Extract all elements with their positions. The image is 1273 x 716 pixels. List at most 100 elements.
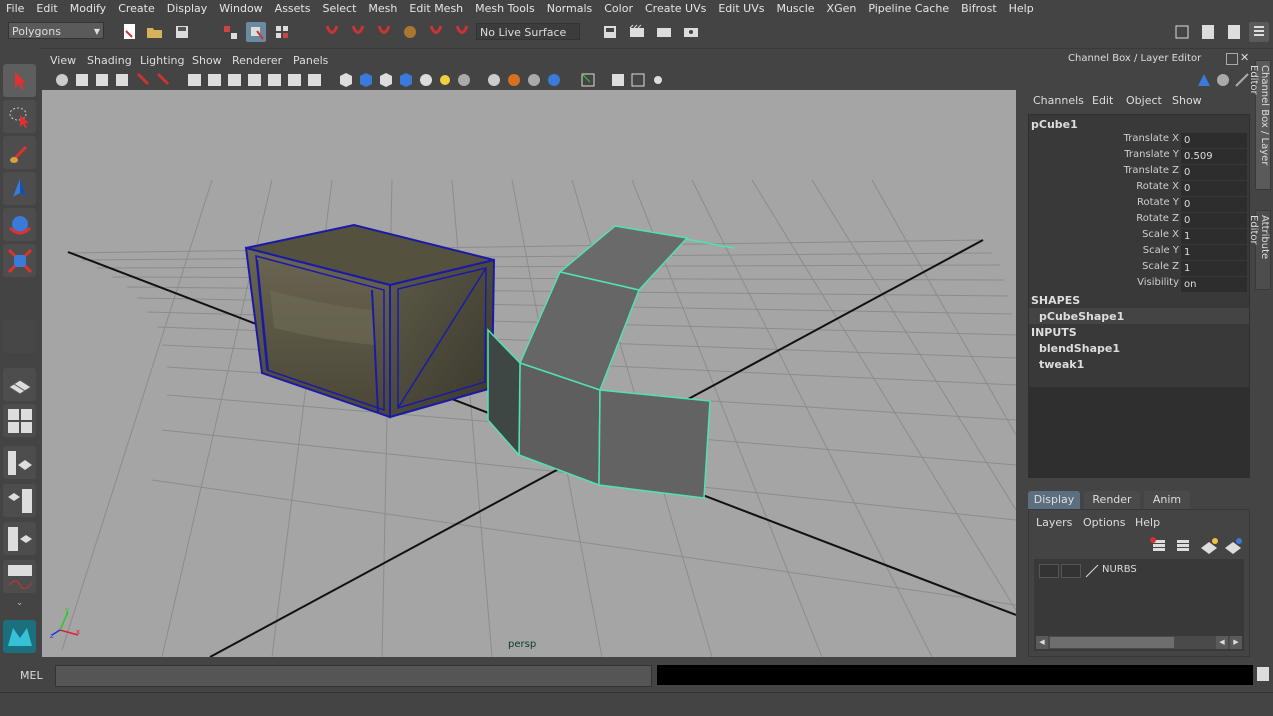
tool-settings-toggle-icon[interactable] xyxy=(1224,22,1244,42)
snap-point-icon[interactable] xyxy=(374,22,394,42)
attr-rotate-x[interactable]: Rotate X0 xyxy=(1029,181,1249,197)
menu-create[interactable]: Create xyxy=(112,2,161,15)
tab-channel-box-layer-editor[interactable]: Channel Box / Layer Editor xyxy=(1248,60,1271,190)
menu-color[interactable]: Color xyxy=(598,2,639,15)
tab-display[interactable]: Display xyxy=(1028,491,1080,509)
graph-editor-layout-icon[interactable] xyxy=(3,560,36,593)
snap-live-icon[interactable] xyxy=(426,22,446,42)
le-menu-options[interactable]: Options xyxy=(1083,516,1125,529)
input-node[interactable]: tweak1 xyxy=(1039,358,1084,371)
menu-create-uvs[interactable]: Create UVs xyxy=(639,2,712,15)
layer-name[interactable]: NURBS xyxy=(1102,564,1137,575)
visibility-toggle[interactable] xyxy=(1039,564,1059,578)
script-editor-icon[interactable] xyxy=(1257,667,1269,681)
mel-command-input[interactable] xyxy=(55,665,652,687)
lasso-tool-icon[interactable] xyxy=(3,100,36,133)
render-settings-icon[interactable] xyxy=(681,22,701,42)
paint-select-tool-icon[interactable] xyxy=(3,136,36,169)
cb-menu-show[interactable]: Show xyxy=(1172,94,1202,107)
menu-mesh-tools[interactable]: Mesh Tools xyxy=(469,2,541,15)
panel-menu-renderer[interactable]: Renderer xyxy=(232,54,282,67)
modeling-toolkit-icon[interactable] xyxy=(1172,22,1192,42)
snap-view-plane-icon[interactable] xyxy=(400,22,420,42)
menu-normals[interactable]: Normals xyxy=(541,2,599,15)
hypershade-layout-icon[interactable] xyxy=(3,522,36,555)
attr-rotate-y[interactable]: Rotate Y0 xyxy=(1029,197,1249,213)
tab-anim[interactable]: Anim xyxy=(1144,491,1190,509)
shape-node[interactable]: pCubeShape1 xyxy=(1039,310,1124,323)
menu-window[interactable]: Window xyxy=(213,2,268,15)
layer-row[interactable]: NURBS xyxy=(1036,563,1242,579)
cb-menu-channels[interactable]: Channels xyxy=(1033,94,1084,107)
reference-toggle[interactable] xyxy=(1061,564,1081,578)
scroll-right-icon[interactable]: ▶ xyxy=(1230,636,1242,649)
select-object-icon[interactable] xyxy=(246,22,266,42)
attr-scale-x[interactable]: Scale X1 xyxy=(1029,229,1249,245)
attr-translate-x[interactable]: Translate X0 xyxy=(1029,133,1249,149)
open-folder-icon[interactable] xyxy=(145,22,165,42)
panel-menu-shading[interactable]: Shading xyxy=(87,54,132,67)
chevron-down-icon[interactable]: ⌄ xyxy=(3,598,36,614)
menu-display[interactable]: Display xyxy=(161,2,214,15)
select-tool-icon[interactable] xyxy=(3,64,36,97)
script-language-label[interactable]: MEL xyxy=(20,669,43,682)
layer-color-swatch-icon[interactable] xyxy=(1085,564,1099,581)
scroll-left-icon[interactable]: ◀ xyxy=(1036,636,1048,649)
channel-box-toggle-icon[interactable] xyxy=(1249,22,1269,42)
ipr-render-icon[interactable] xyxy=(654,22,674,42)
attr-rotate-z[interactable]: Rotate Z0 xyxy=(1029,213,1249,229)
tab-render[interactable]: Render xyxy=(1084,491,1140,509)
save-scene-icon[interactable] xyxy=(172,22,192,42)
perspective-viewport[interactable]: z x y persp xyxy=(42,90,1016,657)
new-scene-icon[interactable] xyxy=(120,22,140,42)
menu-pipeline-cache[interactable]: Pipeline Cache xyxy=(862,2,955,15)
scale-tool-icon[interactable] xyxy=(3,244,36,277)
attr-translate-y[interactable]: Translate Y 0.509 xyxy=(1029,149,1249,165)
scroll-left-icon[interactable]: ◀ xyxy=(1216,636,1228,649)
select-component-icon[interactable] xyxy=(272,22,292,42)
persp-graph-layout-icon[interactable] xyxy=(3,484,36,517)
attribute-editor-toggle-icon[interactable] xyxy=(1198,22,1218,42)
tab-attribute-editor[interactable]: Attribute Editor xyxy=(1248,210,1271,290)
le-menu-layers[interactable]: Layers xyxy=(1036,516,1072,529)
single-perspective-layout-icon[interactable] xyxy=(3,368,36,401)
last-tool-slot[interactable] xyxy=(3,320,36,353)
menu-mesh[interactable]: Mesh xyxy=(362,2,403,15)
menu-muscle[interactable]: Muscle xyxy=(770,2,820,15)
panel-menu-show[interactable]: Show xyxy=(192,54,222,67)
magnet-icon[interactable] xyxy=(452,22,472,42)
menu-bifrost[interactable]: Bifrost xyxy=(955,2,1003,15)
menu-help[interactable]: Help xyxy=(1003,2,1040,15)
four-view-layout-icon[interactable] xyxy=(3,404,36,437)
attr-scale-y[interactable]: Scale Y1 xyxy=(1029,245,1249,261)
live-surface-field[interactable]: No Live Surface xyxy=(476,23,580,40)
menu-assets[interactable]: Assets xyxy=(269,2,317,15)
menu-edit-uvs[interactable]: Edit UVs xyxy=(712,2,770,15)
select-hierarchy-icon[interactable] xyxy=(220,22,240,42)
panel-menu-panels[interactable]: Panels xyxy=(293,54,328,67)
attr-translate-z[interactable]: Translate Z0 xyxy=(1029,165,1249,181)
outliner-persp-layout-icon[interactable] xyxy=(3,446,36,479)
close-icon[interactable]: ✕ xyxy=(1240,51,1249,64)
panel-menu-lighting[interactable]: Lighting xyxy=(140,54,184,67)
snap-curve-icon[interactable] xyxy=(348,22,368,42)
input-node[interactable]: blendShape1 xyxy=(1039,342,1120,355)
menu-edit-mesh[interactable]: Edit Mesh xyxy=(403,2,469,15)
menu-xgen[interactable]: XGen xyxy=(821,2,863,15)
snap-grid-icon[interactable] xyxy=(322,22,342,42)
menu-edit[interactable]: Edit xyxy=(30,2,63,15)
move-tool-icon[interactable] xyxy=(3,172,36,205)
scroll-thumb[interactable] xyxy=(1050,637,1174,648)
horizontal-scrollbar[interactable]: ◀ ◀ ▶ xyxy=(1036,636,1242,649)
attr-scale-z[interactable]: Scale Z1 xyxy=(1029,261,1249,277)
rotate-tool-icon[interactable] xyxy=(3,208,36,241)
cb-menu-object[interactable]: Object xyxy=(1126,94,1162,107)
attr-visibility[interactable]: Visibility on xyxy=(1029,277,1249,293)
render-view-icon[interactable] xyxy=(600,22,620,42)
render-frame-icon[interactable] xyxy=(627,22,647,42)
panel-menu-view[interactable]: View xyxy=(50,54,76,67)
le-menu-help[interactable]: Help xyxy=(1135,516,1160,529)
cb-menu-edit[interactable]: Edit xyxy=(1092,94,1113,107)
object-name[interactable]: pCube1 xyxy=(1031,118,1078,131)
menu-file[interactable]: File xyxy=(0,2,30,15)
